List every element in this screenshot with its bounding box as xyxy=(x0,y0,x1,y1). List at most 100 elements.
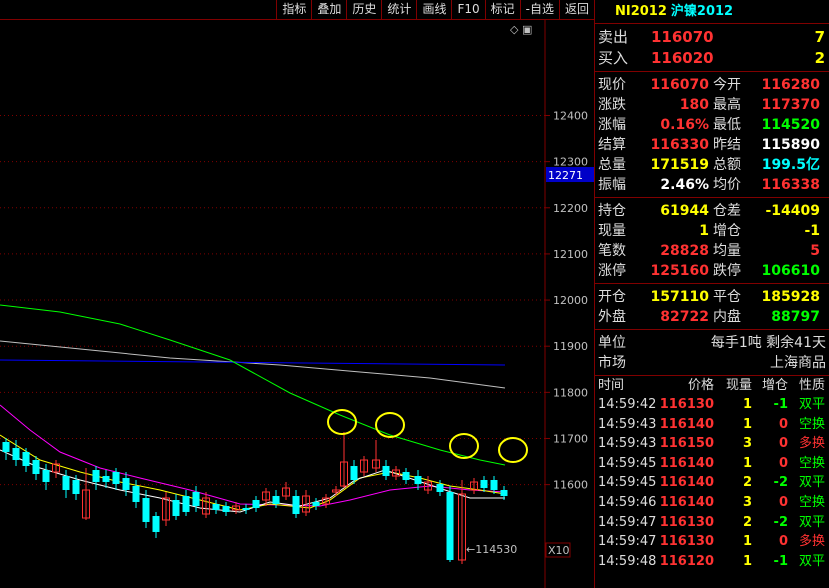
quote-row: 涨停 125160 跌停 106610 xyxy=(595,261,829,281)
trade-volume: 1 xyxy=(742,416,752,432)
quote-row: 总量 171519 总额 199.5亿 xyxy=(595,155,829,175)
trades-column-header: 现量 xyxy=(725,378,752,393)
trade-oi-change: 0 xyxy=(778,534,788,550)
trade-time: 14:59:47 xyxy=(598,534,657,550)
quote-label: 平仓 xyxy=(713,289,741,305)
quote-value: 116338 xyxy=(761,177,820,193)
quote-label: 跌停 xyxy=(713,263,741,279)
trade-volume: 1 xyxy=(742,397,752,412)
trade-volume: 1 xyxy=(742,553,752,569)
toolbar-button[interactable]: 标记 xyxy=(484,0,520,20)
quote-row: 结算 116330 昨结 115890 xyxy=(595,135,829,155)
quote-label: 最高 xyxy=(713,97,741,113)
quote-label: 内盘 xyxy=(713,309,741,325)
candle-body-down xyxy=(92,470,100,482)
tick-trades[interactable]: 时间 价格 现量 增仓 性质 14:59:42 116130 1 -1 双平 14:59:43 11… xyxy=(595,376,829,571)
price-label: 12400 xyxy=(553,110,588,123)
quote-row: 持仓 61944 仓差 -14409 xyxy=(595,201,829,221)
trade-time: 14:59:45 xyxy=(598,455,657,471)
orderbook-price: 116020 xyxy=(651,49,714,67)
trade-time: 14:59:43 xyxy=(598,436,657,452)
instrument-name: 沪镍2012 xyxy=(670,4,734,19)
trade-row: 14:59:45 116140 2 -2 双平 xyxy=(595,473,829,493)
orderbook-label: 卖出 xyxy=(598,28,629,46)
quote-row: 笔数 28828 均量 5 xyxy=(595,241,829,261)
trade-volume: 2 xyxy=(742,514,752,530)
trade-oi-change: 0 xyxy=(778,455,788,471)
info-row: 单位 每手1吨 剩余41天 xyxy=(595,333,829,353)
orderbook-price: 116070 xyxy=(651,28,714,46)
order-book: 卖出 116070 7 买入 116020 2 xyxy=(595,24,829,72)
quote-label: 均价 xyxy=(713,177,741,193)
trade-type: 双平 xyxy=(798,553,825,569)
toolbar-button[interactable]: 指标 xyxy=(276,0,311,20)
trade-oi-change: 0 xyxy=(778,436,788,452)
price-label: 12000 xyxy=(553,294,588,307)
price-label: 12300 xyxy=(553,156,588,169)
trade-volume: 2 xyxy=(742,475,752,491)
candlestick-chart[interactable]: 12400 12300 12271 12200 12100 12000 11900 11800… xyxy=(0,20,594,588)
toolbar-button[interactable]: 返回 xyxy=(558,0,594,20)
trade-row: 14:59:42 116130 1 -1 双平 xyxy=(595,395,829,415)
candle-body-down xyxy=(212,504,220,510)
candle-body-down xyxy=(436,484,444,492)
trade-price: 116130 xyxy=(659,534,714,550)
toolbar-button[interactable]: 统计 xyxy=(381,0,416,20)
quote-label: 涨幅 xyxy=(598,117,626,133)
quote-value: 180 xyxy=(679,97,709,113)
quote-value: 1 xyxy=(699,223,709,239)
trade-row: 14:59:45 116140 1 0 空换 xyxy=(595,454,829,474)
orderbook-volume: 7 xyxy=(814,28,825,46)
trade-type: 空换 xyxy=(798,494,825,510)
quote-label: 开仓 xyxy=(598,289,626,305)
chart-canvas[interactable]: 12400 1230012271 12200 12100 12000 11900 11800… xyxy=(0,20,594,588)
trade-time: 14:59:46 xyxy=(598,494,657,510)
quote-label: 仓差 xyxy=(713,203,741,219)
quote-value: 116070 xyxy=(650,77,709,93)
trades-column-header: 增仓 xyxy=(761,378,788,393)
trade-price: 116120 xyxy=(659,553,714,569)
trades-column-header: 价格 xyxy=(687,378,714,393)
candle-body-down xyxy=(22,452,30,466)
quote-label: 外盘 xyxy=(598,309,626,325)
quote-label: 最低 xyxy=(713,117,741,133)
trade-price: 116130 xyxy=(659,514,714,530)
toolbar-button[interactable]: -自选 xyxy=(519,0,559,20)
quote-label: 总额 xyxy=(713,157,741,173)
quote-label: 总量 xyxy=(598,157,626,173)
trade-type: 双平 xyxy=(798,514,825,530)
trade-row: 14:59:48 116120 1 -1 双平 xyxy=(595,552,829,572)
candle-body-down xyxy=(242,508,250,510)
candle-body-down xyxy=(350,466,358,480)
candle-body-down xyxy=(172,500,180,516)
trades-column-header: 时间 xyxy=(598,378,625,393)
toolbar-button[interactable]: 画线 xyxy=(416,0,451,20)
quote-value: 114520 xyxy=(761,117,820,133)
quote-value: 61944 xyxy=(660,203,709,219)
price-label: 11700 xyxy=(553,432,588,445)
trade-price: 116130 xyxy=(659,397,714,412)
toolbar-button[interactable]: 历史 xyxy=(346,0,381,20)
quote-value: 157110 xyxy=(650,289,709,305)
toolbar-button[interactable]: F10 xyxy=(451,0,484,20)
quote-value: 5 xyxy=(810,243,820,259)
trade-type: 双平 xyxy=(798,475,825,491)
bid-row: 买入 116020 2 xyxy=(595,48,829,69)
trades-column-header: 性质 xyxy=(798,378,825,393)
candle-body-down xyxy=(192,492,200,506)
quote-label: 均量 xyxy=(713,243,741,259)
quote-label: 现量 xyxy=(598,223,626,239)
chart-corner-icons: ◇ ▣ xyxy=(510,23,532,36)
price-label: 11600 xyxy=(553,479,588,492)
candle-body-down xyxy=(2,442,10,452)
candle-body-down xyxy=(102,476,110,482)
candle-body-down xyxy=(252,500,260,508)
candle-body-down xyxy=(12,448,20,460)
highlight-circle xyxy=(449,433,479,459)
quote-row: 涨幅 0.16% 最低 114520 xyxy=(595,115,829,135)
orderbook-volume: 2 xyxy=(814,49,825,67)
quote-value: 199.5亿 xyxy=(761,157,820,173)
trade-row: 14:59:43 116150 3 0 多换 xyxy=(595,434,829,454)
toolbar-button[interactable]: 叠加 xyxy=(311,0,346,20)
candle-body-down xyxy=(382,466,390,476)
